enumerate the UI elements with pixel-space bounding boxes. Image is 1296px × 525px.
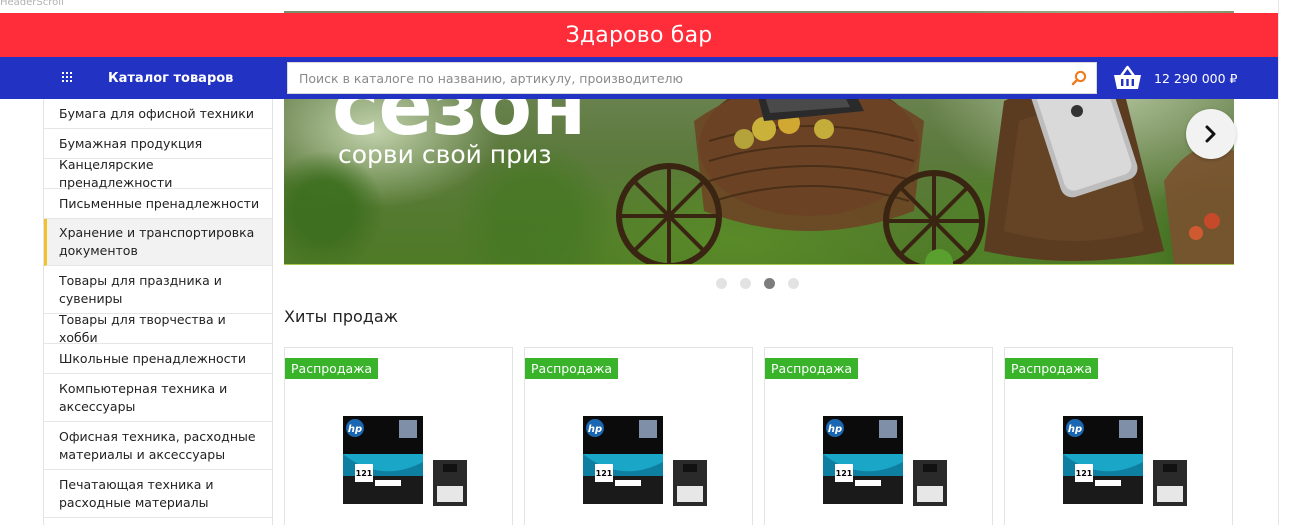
sidebar-item-label: Канцелярские пренадлежности [59, 156, 173, 190]
product-image: hp 121 [823, 416, 947, 506]
product-card[interactable]: Распродажа hp 121 [524, 347, 753, 525]
page-right-edge [1278, 0, 1296, 525]
product-card[interactable]: Распродажа hp 121 [284, 347, 513, 525]
sidebar-item-label: Школьные пренадлежности [59, 350, 246, 366]
catalog-button-label: Каталог товаров [108, 70, 234, 86]
svg-text:hp: hp [588, 424, 602, 435]
sidebar-item-stationery[interactable]: Канцелярские пренадлежности [44, 156, 272, 190]
search-icon [1071, 70, 1087, 86]
search-box [287, 62, 1097, 94]
hero-dot-4[interactable] [788, 278, 799, 289]
sidebar-item-label: Бумажная продукция [59, 135, 203, 151]
svg-text:121: 121 [596, 469, 613, 478]
sale-badge: Распродажа [285, 358, 379, 379]
hero-subtitle: сорви свой приз [338, 140, 552, 169]
product-image: hp 121 [343, 416, 467, 506]
svg-text:hp: hp [828, 424, 842, 435]
svg-text:121: 121 [1076, 469, 1093, 478]
catalog-button[interactable]: Каталог товаров [44, 57, 272, 99]
svg-text:121: 121 [836, 469, 853, 478]
product-card[interactable]: Распродажа hp 121 [764, 347, 993, 525]
sidebar-item-label: Товары для праздника и сувениры [59, 272, 222, 306]
hero-dot-3[interactable] [764, 278, 775, 289]
sidebar-item-computers[interactable]: Компьютерная техника и аксессуары [44, 374, 272, 422]
sidebar-item-office-equipment[interactable]: Офисная техника, расходные материалы и а… [44, 422, 272, 470]
search-button[interactable] [1062, 63, 1096, 93]
search-input[interactable] [288, 63, 1062, 93]
hero-next-button[interactable] [1186, 109, 1236, 159]
sale-badge: Распродажа [1005, 358, 1099, 379]
sidebar-item-label: Компьютерная техника и аксессуары [59, 380, 228, 414]
sidebar-item-paper-products[interactable]: Бумажная продукция [44, 129, 272, 159]
top-bar-title: Здарово бар [565, 22, 713, 48]
sidebar-item-label: Товары для творчества и хобби [59, 311, 226, 345]
sidebar-item-label: Бумага для офисной техники [59, 105, 254, 121]
sale-badge: Распродажа [525, 358, 619, 379]
app-window: HeaderScroll сезон сорви свой приз Здаро… [0, 0, 1296, 525]
sidebar-item-label: Офисная техника, расходные материалы и а… [59, 428, 256, 462]
sidebar-item-office-paper[interactable]: Бумага для офисной техники [44, 99, 272, 129]
nav-bar: Каталог товаров 12 290 000 ₽ [0, 57, 1278, 99]
bestsellers-title: Хиты продаж [284, 307, 399, 326]
chevron-right-icon [1205, 125, 1216, 143]
svg-text:hp: hp [1068, 424, 1082, 435]
sidebar-item-label: Хранение и транспортировка документов [59, 225, 255, 258]
hero-dot-2[interactable] [740, 278, 751, 289]
hero-dot-1[interactable] [716, 278, 727, 289]
cart-button[interactable]: 12 290 000 ₽ [1113, 57, 1238, 99]
sidebar-item-school[interactable]: Школьные пренадлежности [44, 344, 272, 374]
top-bar: Здарово бар [0, 13, 1278, 57]
hero-pagination [716, 278, 799, 289]
basket-icon [1114, 65, 1141, 89]
sale-badge: Распродажа [765, 358, 859, 379]
sidebar-item-document-storage[interactable]: Хранение и транспортировка документов [44, 219, 272, 266]
cart-sum: 12 290 000 ₽ [1154, 70, 1238, 86]
sidebar-item-label: Печатающая техника и расходные материалы [59, 476, 214, 510]
product-card[interactable]: Распродажа hp 121 [1004, 347, 1233, 525]
product-image: hp 121 [1063, 416, 1187, 506]
sidebar-item-holiday-souvenirs[interactable]: Товары для праздника и сувениры [44, 266, 272, 314]
svg-text:121: 121 [356, 469, 373, 478]
catalog-sidebar: Бумага для офисной техники Бумажная прод… [43, 99, 273, 525]
debug-label: HeaderScroll [0, 0, 64, 8]
svg-text:hp: hp [348, 424, 362, 435]
sidebar-item-creativity-hobby[interactable]: Товары для творчества и хобби [44, 311, 272, 345]
sidebar-item-label: Письменные пренадлежности [59, 195, 260, 211]
product-image: hp 121 [583, 416, 707, 506]
sidebar-item-printing[interactable]: Печатающая техника и расходные материалы [44, 470, 272, 518]
sidebar-item-writing[interactable]: Письменные пренадлежности [44, 189, 272, 219]
grid-icon [62, 72, 74, 84]
